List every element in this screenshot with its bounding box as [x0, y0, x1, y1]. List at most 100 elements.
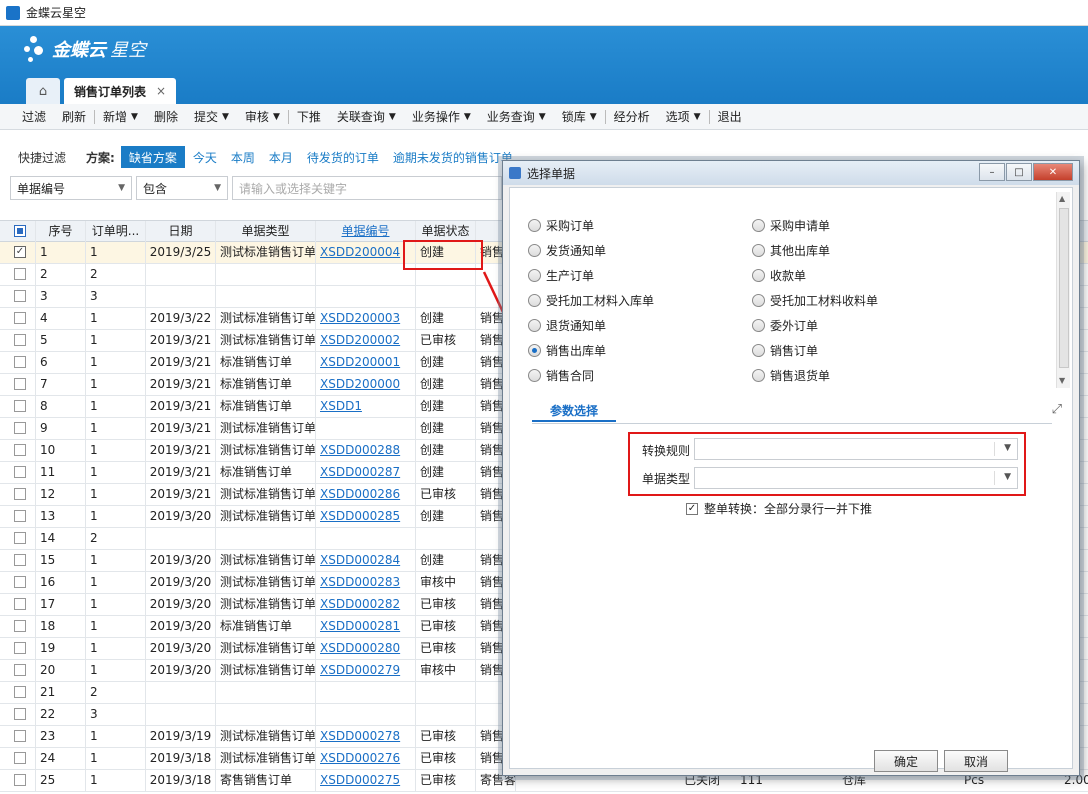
close-icon[interactable]: ✕: [1033, 163, 1073, 181]
row-bill-no[interactable]: XSDD000275: [316, 770, 416, 791]
row-bill-no[interactable]: XSDD000283: [316, 572, 416, 593]
column-header[interactable]: 日期: [146, 221, 216, 242]
toolbar-button[interactable]: 业务操作 ▼: [404, 104, 479, 130]
minimize-icon[interactable]: –: [979, 163, 1005, 181]
scheme-link[interactable]: 今天: [193, 149, 217, 166]
scroll-thumb[interactable]: [1059, 208, 1069, 368]
scheme-default-chip[interactable]: 缺省方案: [120, 146, 185, 168]
row-bill-no[interactable]: XSDD000279: [316, 660, 416, 681]
toolbar-button[interactable]: 刷新: [54, 104, 94, 130]
row-checkbox[interactable]: [14, 730, 26, 742]
toolbar-button[interactable]: 业务查询 ▼: [479, 104, 554, 130]
column-header[interactable]: [0, 221, 36, 242]
scroll-down-icon[interactable]: ▼: [1059, 376, 1065, 385]
toolbar-button[interactable]: 审核 ▼: [237, 104, 288, 130]
bill-type-radio[interactable]: 受托加工材料收料单: [752, 291, 878, 309]
row-checkbox[interactable]: [14, 774, 26, 786]
bill-type-radio[interactable]: 销售出库单: [528, 341, 606, 359]
toolbar-button[interactable]: 经分析: [606, 104, 658, 130]
row-checkbox[interactable]: [14, 290, 26, 302]
toolbar-button[interactable]: 删除: [146, 104, 186, 130]
row-checkbox[interactable]: [14, 488, 26, 500]
row-bill-no[interactable]: XSDD000288: [316, 440, 416, 461]
row-bill-no[interactable]: XSDD200001: [316, 352, 416, 373]
row-bill-no[interactable]: XSDD000278: [316, 726, 416, 747]
row-bill-no[interactable]: XSDD200000: [316, 374, 416, 395]
row-checkbox[interactable]: [14, 708, 26, 720]
row-bill-no[interactable]: XSDD000287: [316, 462, 416, 483]
row-checkbox[interactable]: [14, 752, 26, 764]
filter-keyword-input[interactable]: 请输入或选择关键字: [232, 176, 502, 200]
scheme-link[interactable]: 逾期未发货的销售订单: [393, 149, 513, 166]
row-bill-no[interactable]: XSDD200004: [316, 242, 416, 263]
select-all-checkbox[interactable]: [14, 225, 26, 237]
toolbar-button[interactable]: 退出: [710, 104, 750, 130]
row-checkbox[interactable]: [14, 664, 26, 676]
home-tab-icon[interactable]: ⌂: [26, 78, 60, 104]
column-header[interactable]: 单据类型: [216, 221, 316, 242]
expand-icon[interactable]: ⤢: [1052, 402, 1062, 417]
toolbar-button[interactable]: 过滤: [14, 104, 54, 130]
row-checkbox[interactable]: [14, 400, 26, 412]
column-header[interactable]: 序号: [36, 221, 86, 242]
row-checkbox[interactable]: [14, 598, 26, 610]
column-header[interactable]: 单据编号: [316, 221, 416, 242]
toolbar-button[interactable]: 下推: [289, 104, 329, 130]
bill-type-radio[interactable]: 发货通知单: [528, 241, 606, 259]
row-checkbox[interactable]: [14, 312, 26, 324]
whole-convert-checkbox[interactable]: ✓ 整单转换：全部分录行一并下推: [686, 500, 872, 517]
bill-type-radio[interactable]: 生产订单: [528, 266, 594, 284]
bill-type-radio[interactable]: 退货通知单: [528, 316, 606, 334]
bill-type-radio[interactable]: 采购订单: [528, 216, 594, 234]
ok-button[interactable]: 确定: [874, 750, 938, 772]
tab-param-select[interactable]: 参数选择: [532, 400, 617, 422]
row-bill-no[interactable]: XSDD1: [316, 396, 416, 417]
bill-type-radio[interactable]: 其他出库单: [752, 241, 830, 259]
toolbar-button[interactable]: 关联查询 ▼: [329, 104, 404, 130]
tab-sales-order-list[interactable]: 销售订单列表 ×: [64, 78, 177, 104]
row-bill-no[interactable]: XSDD000286: [316, 484, 416, 505]
toolbar-button[interactable]: 选项 ▼: [658, 104, 709, 130]
toolbar-button[interactable]: 新增 ▼: [95, 104, 146, 130]
row-checkbox[interactable]: [14, 554, 26, 566]
radio-scrollbar[interactable]: ▲ ▼: [1056, 192, 1070, 388]
scheme-link[interactable]: 待发货的订单: [307, 149, 379, 166]
row-checkbox[interactable]: [14, 334, 26, 346]
filter-field-select[interactable]: 单据编号 ▼: [10, 176, 132, 200]
toolbar-button[interactable]: 提交 ▼: [186, 104, 237, 130]
row-checkbox[interactable]: [14, 444, 26, 456]
row-checkbox[interactable]: [14, 378, 26, 390]
cancel-button[interactable]: 取消: [944, 750, 1008, 772]
bill-type-radio[interactable]: 受托加工材料入库单: [528, 291, 654, 309]
bill-type-radio[interactable]: 收款单: [752, 266, 806, 284]
filter-op-select[interactable]: 包含 ▼: [136, 176, 228, 200]
row-checkbox[interactable]: [14, 642, 26, 654]
row-checkbox[interactable]: [14, 268, 26, 280]
row-bill-no[interactable]: XSDD000276: [316, 748, 416, 769]
row-checkbox[interactable]: [14, 356, 26, 368]
bill-type-radio[interactable]: 销售合同: [528, 366, 594, 384]
row-bill-no[interactable]: XSDD000280: [316, 638, 416, 659]
row-bill-no[interactable]: XSDD000281: [316, 616, 416, 637]
row-checkbox[interactable]: [14, 422, 26, 434]
row-checkbox[interactable]: [14, 466, 26, 478]
bill-type-radio[interactable]: 销售订单: [752, 341, 818, 359]
row-bill-no[interactable]: XSDD200002: [316, 330, 416, 351]
scroll-up-icon[interactable]: ▲: [1059, 194, 1065, 203]
row-bill-no[interactable]: XSDD000282: [316, 594, 416, 615]
maximize-icon[interactable]: □: [1006, 163, 1032, 181]
row-checkbox[interactable]: [14, 576, 26, 588]
tab-close-icon[interactable]: ×: [156, 84, 166, 98]
toolbar-button[interactable]: 锁库 ▼: [554, 104, 605, 130]
scheme-link[interactable]: 本周: [231, 149, 255, 166]
row-checkbox[interactable]: [14, 686, 26, 698]
row-checkbox[interactable]: [14, 620, 26, 632]
row-checkbox[interactable]: [14, 510, 26, 522]
column-header[interactable]: 订单明...: [86, 221, 146, 242]
row-bill-no[interactable]: XSDD000284: [316, 550, 416, 571]
bill-type-radio[interactable]: 委外订单: [752, 316, 818, 334]
bill-type-radio[interactable]: 销售退货单: [752, 366, 830, 384]
row-bill-no[interactable]: XSDD200003: [316, 308, 416, 329]
column-header[interactable]: 单据状态: [416, 221, 476, 242]
scheme-link[interactable]: 本月: [269, 149, 293, 166]
